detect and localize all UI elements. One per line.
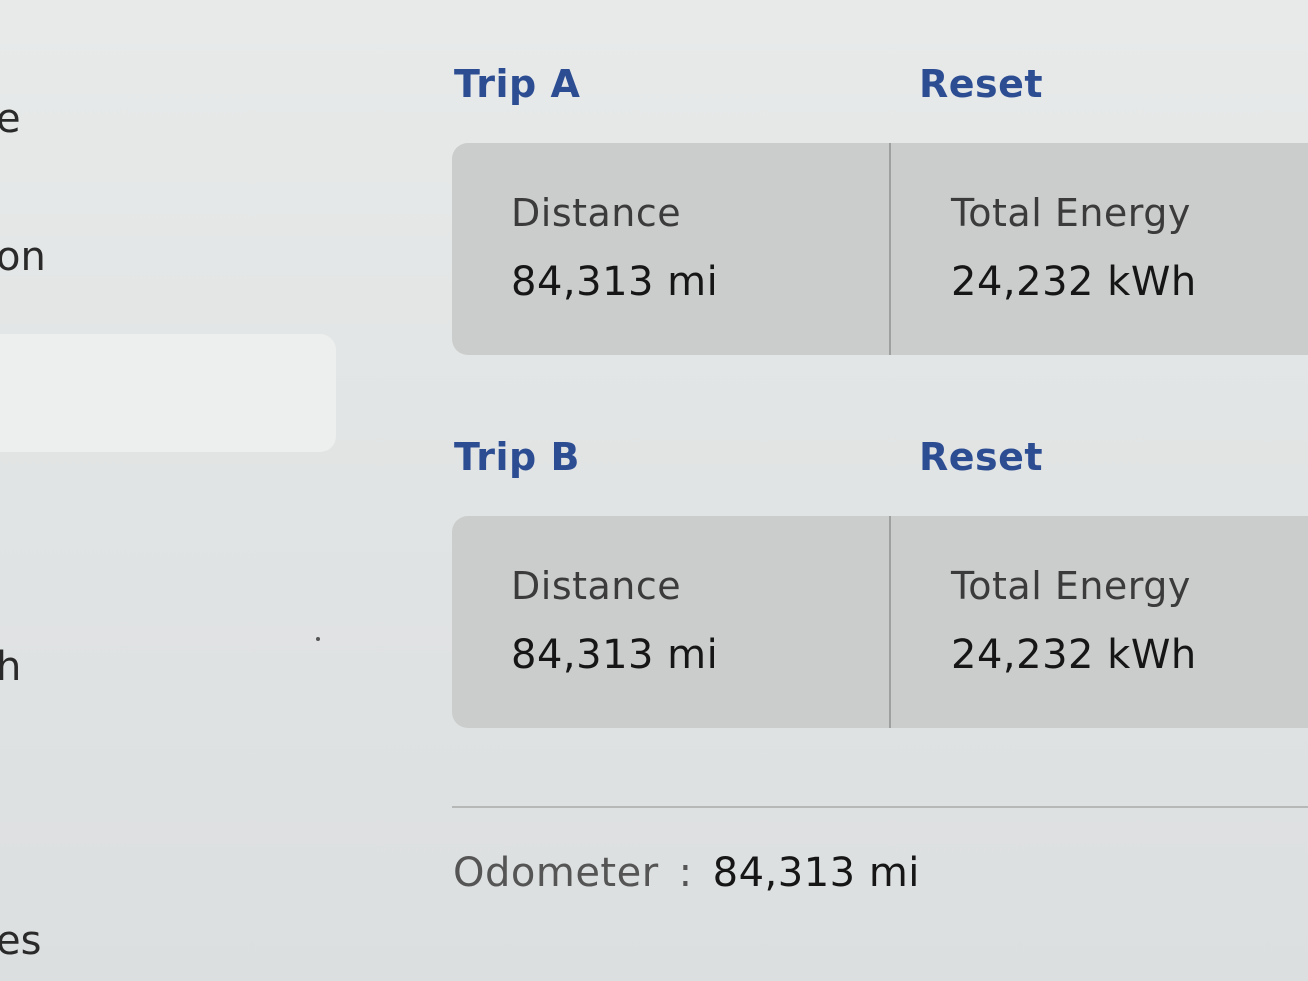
- distance-label: Distance: [511, 191, 682, 235]
- sidebar-item-label[interactable]: e: [0, 96, 21, 142]
- distance-value: 84,313 mi: [511, 632, 719, 678]
- trip-b-reset-button[interactable]: Reset: [919, 435, 1043, 479]
- sidebar-item-label[interactable]: es: [0, 918, 41, 964]
- trip-a-card: Distance 84,313 mi Total Energy 24,232 k…: [452, 143, 1308, 355]
- trip-a-distance-cell: Distance 84,313 mi: [452, 143, 891, 355]
- trip-a-title: Trip A: [454, 62, 581, 106]
- trip-a-energy-cell: Total Energy 24,232 kWh: [891, 143, 1308, 355]
- total-energy-value: 24,232 kWh: [951, 632, 1197, 678]
- sidebar-item-label[interactable]: h: [0, 644, 21, 690]
- trip-b-energy-cell: Total Energy 24,232 kWh: [891, 516, 1308, 728]
- odometer-separator: :: [678, 850, 693, 896]
- trip-b-title: Trip B: [454, 435, 580, 479]
- divider: [452, 806, 1308, 808]
- trip-b-card: Distance 84,313 mi Total Energy 24,232 k…: [452, 516, 1308, 728]
- odometer-label: Odometer: [453, 850, 659, 896]
- sidebar-item-selected[interactable]: [0, 334, 336, 452]
- distance-value: 84,313 mi: [511, 259, 719, 305]
- distance-label: Distance: [511, 564, 682, 608]
- odometer-row: Odometer:84,313 mi: [453, 850, 920, 896]
- total-energy-label: Total Energy: [951, 191, 1191, 235]
- dust-dot: [316, 637, 320, 641]
- sidebar-item-label[interactable]: on: [0, 234, 46, 280]
- total-energy-label: Total Energy: [951, 564, 1191, 608]
- odometer-value: 84,313 mi: [712, 850, 920, 896]
- trips-screen: e on h es Trip A Reset Distance 84,313 m…: [0, 0, 1308, 981]
- total-energy-value: 24,232 kWh: [951, 259, 1197, 305]
- trip-b-distance-cell: Distance 84,313 mi: [452, 516, 891, 728]
- trip-a-reset-button[interactable]: Reset: [919, 62, 1043, 106]
